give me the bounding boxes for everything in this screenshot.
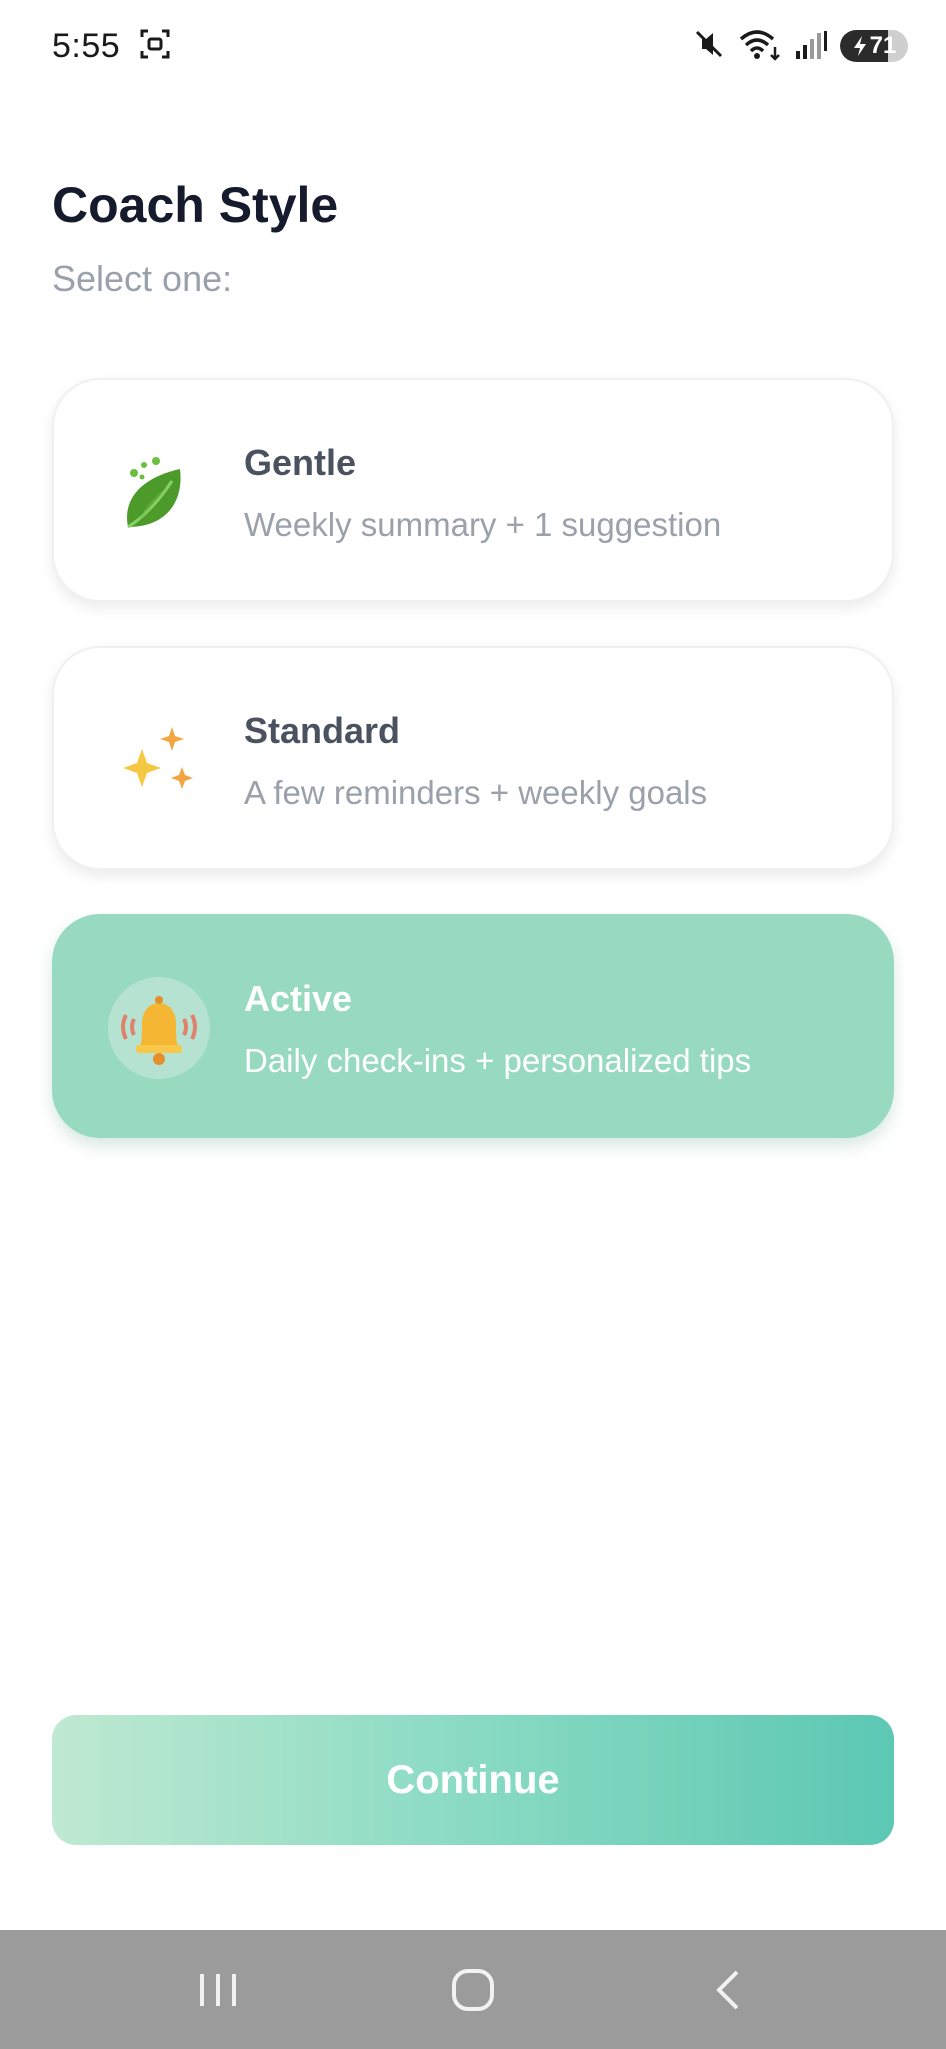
option-card-gentle[interactable]: Gentle Weekly summary + 1 suggestion bbox=[52, 378, 894, 602]
option-description: Weekly summary + 1 suggestion bbox=[244, 506, 722, 543]
leaf-icon bbox=[104, 440, 214, 544]
option-title: Active bbox=[244, 978, 353, 1019]
wifi-icon bbox=[738, 27, 782, 66]
option-card-standard[interactable]: Standard A few reminders + weekly goals bbox=[52, 646, 894, 870]
status-right: 71 bbox=[692, 27, 908, 66]
back-icon[interactable] bbox=[683, 1950, 773, 2030]
option-title: Gentle bbox=[244, 442, 357, 483]
screenshot-icon bbox=[138, 27, 172, 66]
page-title: Coach Style bbox=[52, 177, 339, 233]
option-title: Standard bbox=[244, 710, 401, 751]
mute-icon bbox=[692, 27, 726, 66]
page-subtitle: Select one: bbox=[52, 258, 233, 299]
coach-style-screen: 5:55 71 Coach Style Select one: Gentle W… bbox=[0, 0, 946, 2049]
option-description: Daily check-ins + personalized tips bbox=[244, 1042, 752, 1079]
nav-bar bbox=[0, 1930, 946, 2049]
bell-icon bbox=[104, 976, 214, 1080]
status-bar: 5:55 71 bbox=[0, 0, 946, 92]
signal-icon bbox=[794, 27, 828, 66]
status-time: 5:55 bbox=[52, 26, 121, 65]
option-card-active[interactable]: Active Daily check-ins + personalized ti… bbox=[52, 914, 894, 1138]
home-icon[interactable] bbox=[428, 1950, 518, 2030]
battery-level: 71 bbox=[840, 30, 908, 62]
battery-icon: 71 bbox=[840, 30, 908, 62]
battery-percent: 71 bbox=[869, 32, 897, 59]
option-description: A few reminders + weekly goals bbox=[244, 774, 708, 811]
sparkles-icon bbox=[104, 708, 214, 812]
continue-button[interactable]: Continue bbox=[52, 1715, 894, 1845]
status-left: 5:55 bbox=[52, 27, 172, 66]
recents-icon[interactable] bbox=[173, 1950, 263, 2030]
